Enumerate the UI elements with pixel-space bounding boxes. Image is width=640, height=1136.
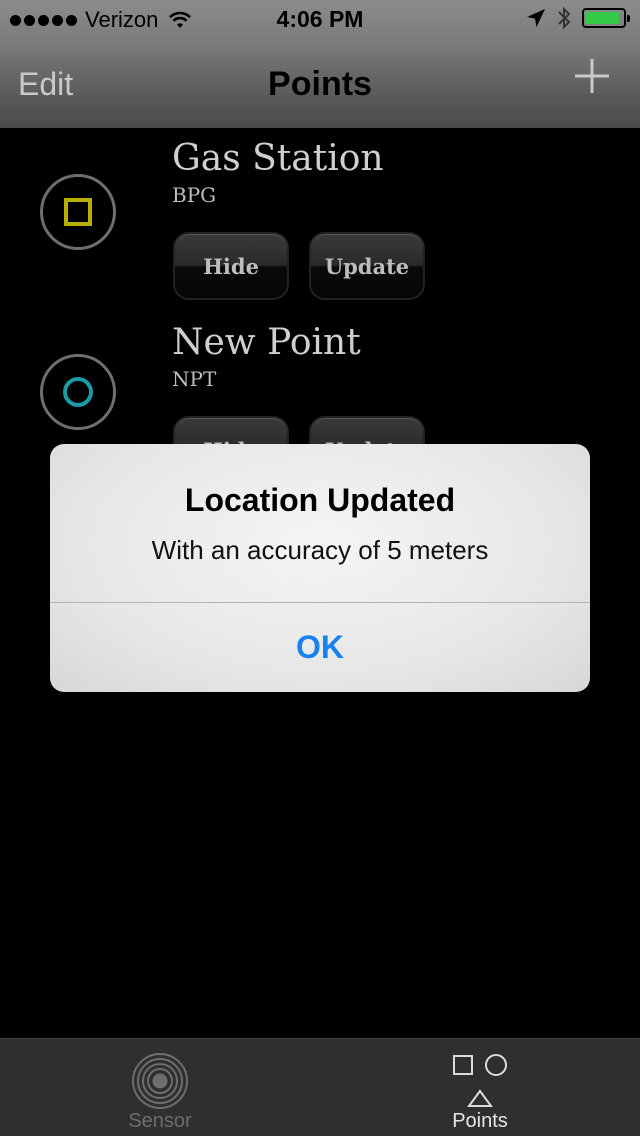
alert-dialog: Location Updated With an accuracy of 5 m…: [50, 444, 590, 692]
battery-icon: [582, 8, 630, 28]
alert-title: Location Updated: [184, 482, 456, 518]
screen: Verizon 4:06 PM Edit Points Gas Station …: [0, 0, 640, 1136]
point-name: Gas Station: [172, 138, 384, 179]
sensor-icon: [132, 1053, 188, 1109]
point-symbol: [40, 174, 116, 250]
bluetooth-icon: [558, 6, 571, 30]
tab-label: Points: [452, 1110, 508, 1132]
status-bar: Verizon 4:06 PM: [0, 0, 640, 40]
point-code: BPG: [172, 183, 217, 207]
alert-message: With an accuracy of 5 meters: [151, 535, 489, 565]
add-point-button[interactable]: [572, 56, 612, 96]
ok-button[interactable]: OK: [50, 603, 590, 692]
header: Verizon 4:06 PM Edit Points: [0, 0, 640, 128]
point-symbol: [40, 354, 116, 430]
tab-label: Sensor: [128, 1110, 192, 1132]
status-indicators: [526, 6, 630, 30]
hide-button[interactable]: Hide: [173, 232, 289, 300]
shapes-icon: [453, 1054, 507, 1107]
tab-points[interactable]: Points: [320, 1039, 640, 1136]
circle-icon: [63, 377, 93, 407]
navigation-bar: Edit Points: [0, 40, 640, 128]
point-name: New Point: [172, 322, 361, 363]
location-arrow-icon: [527, 9, 545, 27]
list-item[interactable]: Gas Station BPG Hide Update: [0, 128, 640, 312]
point-code: NPT: [172, 367, 217, 391]
tab-bar: Sensor Points: [0, 1038, 640, 1136]
square-icon: [64, 198, 92, 226]
update-button[interactable]: Update: [309, 232, 425, 300]
tab-sensor[interactable]: Sensor: [0, 1039, 320, 1136]
page-title: Points: [268, 65, 372, 103]
